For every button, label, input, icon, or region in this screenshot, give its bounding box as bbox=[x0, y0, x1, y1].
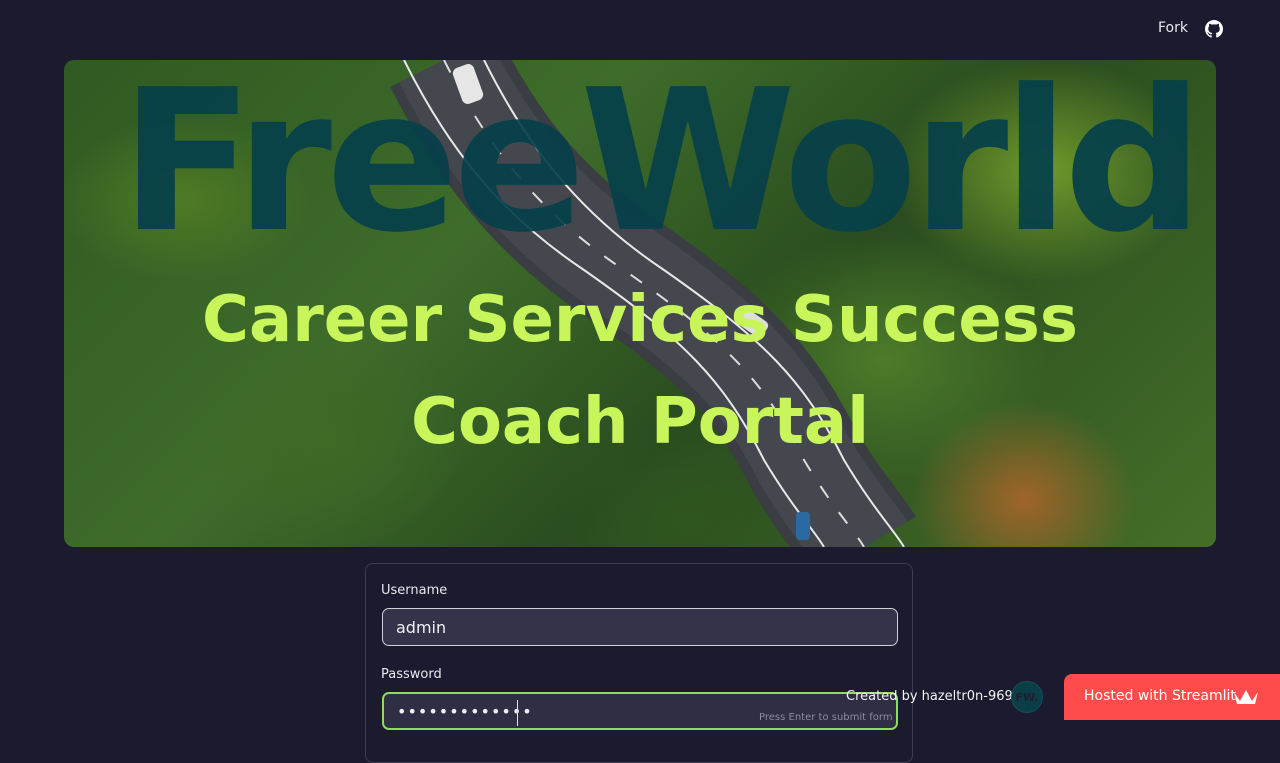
page-title-line1: Career Services Success bbox=[202, 283, 1078, 357]
password-input[interactable] bbox=[382, 692, 898, 730]
submit-hint: Press Enter to submit form bbox=[759, 712, 893, 723]
hero-banner: FreeWorld. Career Services Success Coach… bbox=[64, 60, 1216, 547]
hint-action: submit form bbox=[831, 712, 893, 723]
hosted-with-streamlit-button[interactable]: Hosted with Streamlit bbox=[1064, 674, 1280, 720]
text-caret bbox=[517, 700, 518, 726]
password-label: Password bbox=[381, 667, 442, 682]
creator-avatar[interactable]: FW. bbox=[1011, 681, 1043, 713]
top-toolbar: Fork bbox=[0, 0, 1280, 60]
streamlit-crown-icon bbox=[1234, 690, 1258, 704]
freeworld-logo: FreeWorld. bbox=[120, 60, 1216, 276]
created-by-text: Created by hazeltr0n-9694 bbox=[846, 689, 1022, 704]
github-icon[interactable] bbox=[1205, 20, 1223, 38]
hint-prefix: Press Enter to bbox=[759, 712, 829, 723]
page-title-line2: Coach Portal bbox=[410, 385, 870, 459]
fork-link[interactable]: Fork bbox=[1158, 20, 1188, 36]
username-label: Username bbox=[381, 583, 448, 598]
hosted-with-streamlit-label: Hosted with Streamlit bbox=[1084, 688, 1236, 704]
username-input[interactable] bbox=[382, 608, 898, 646]
login-form: Username Password Press Enter to submit … bbox=[365, 563, 913, 763]
